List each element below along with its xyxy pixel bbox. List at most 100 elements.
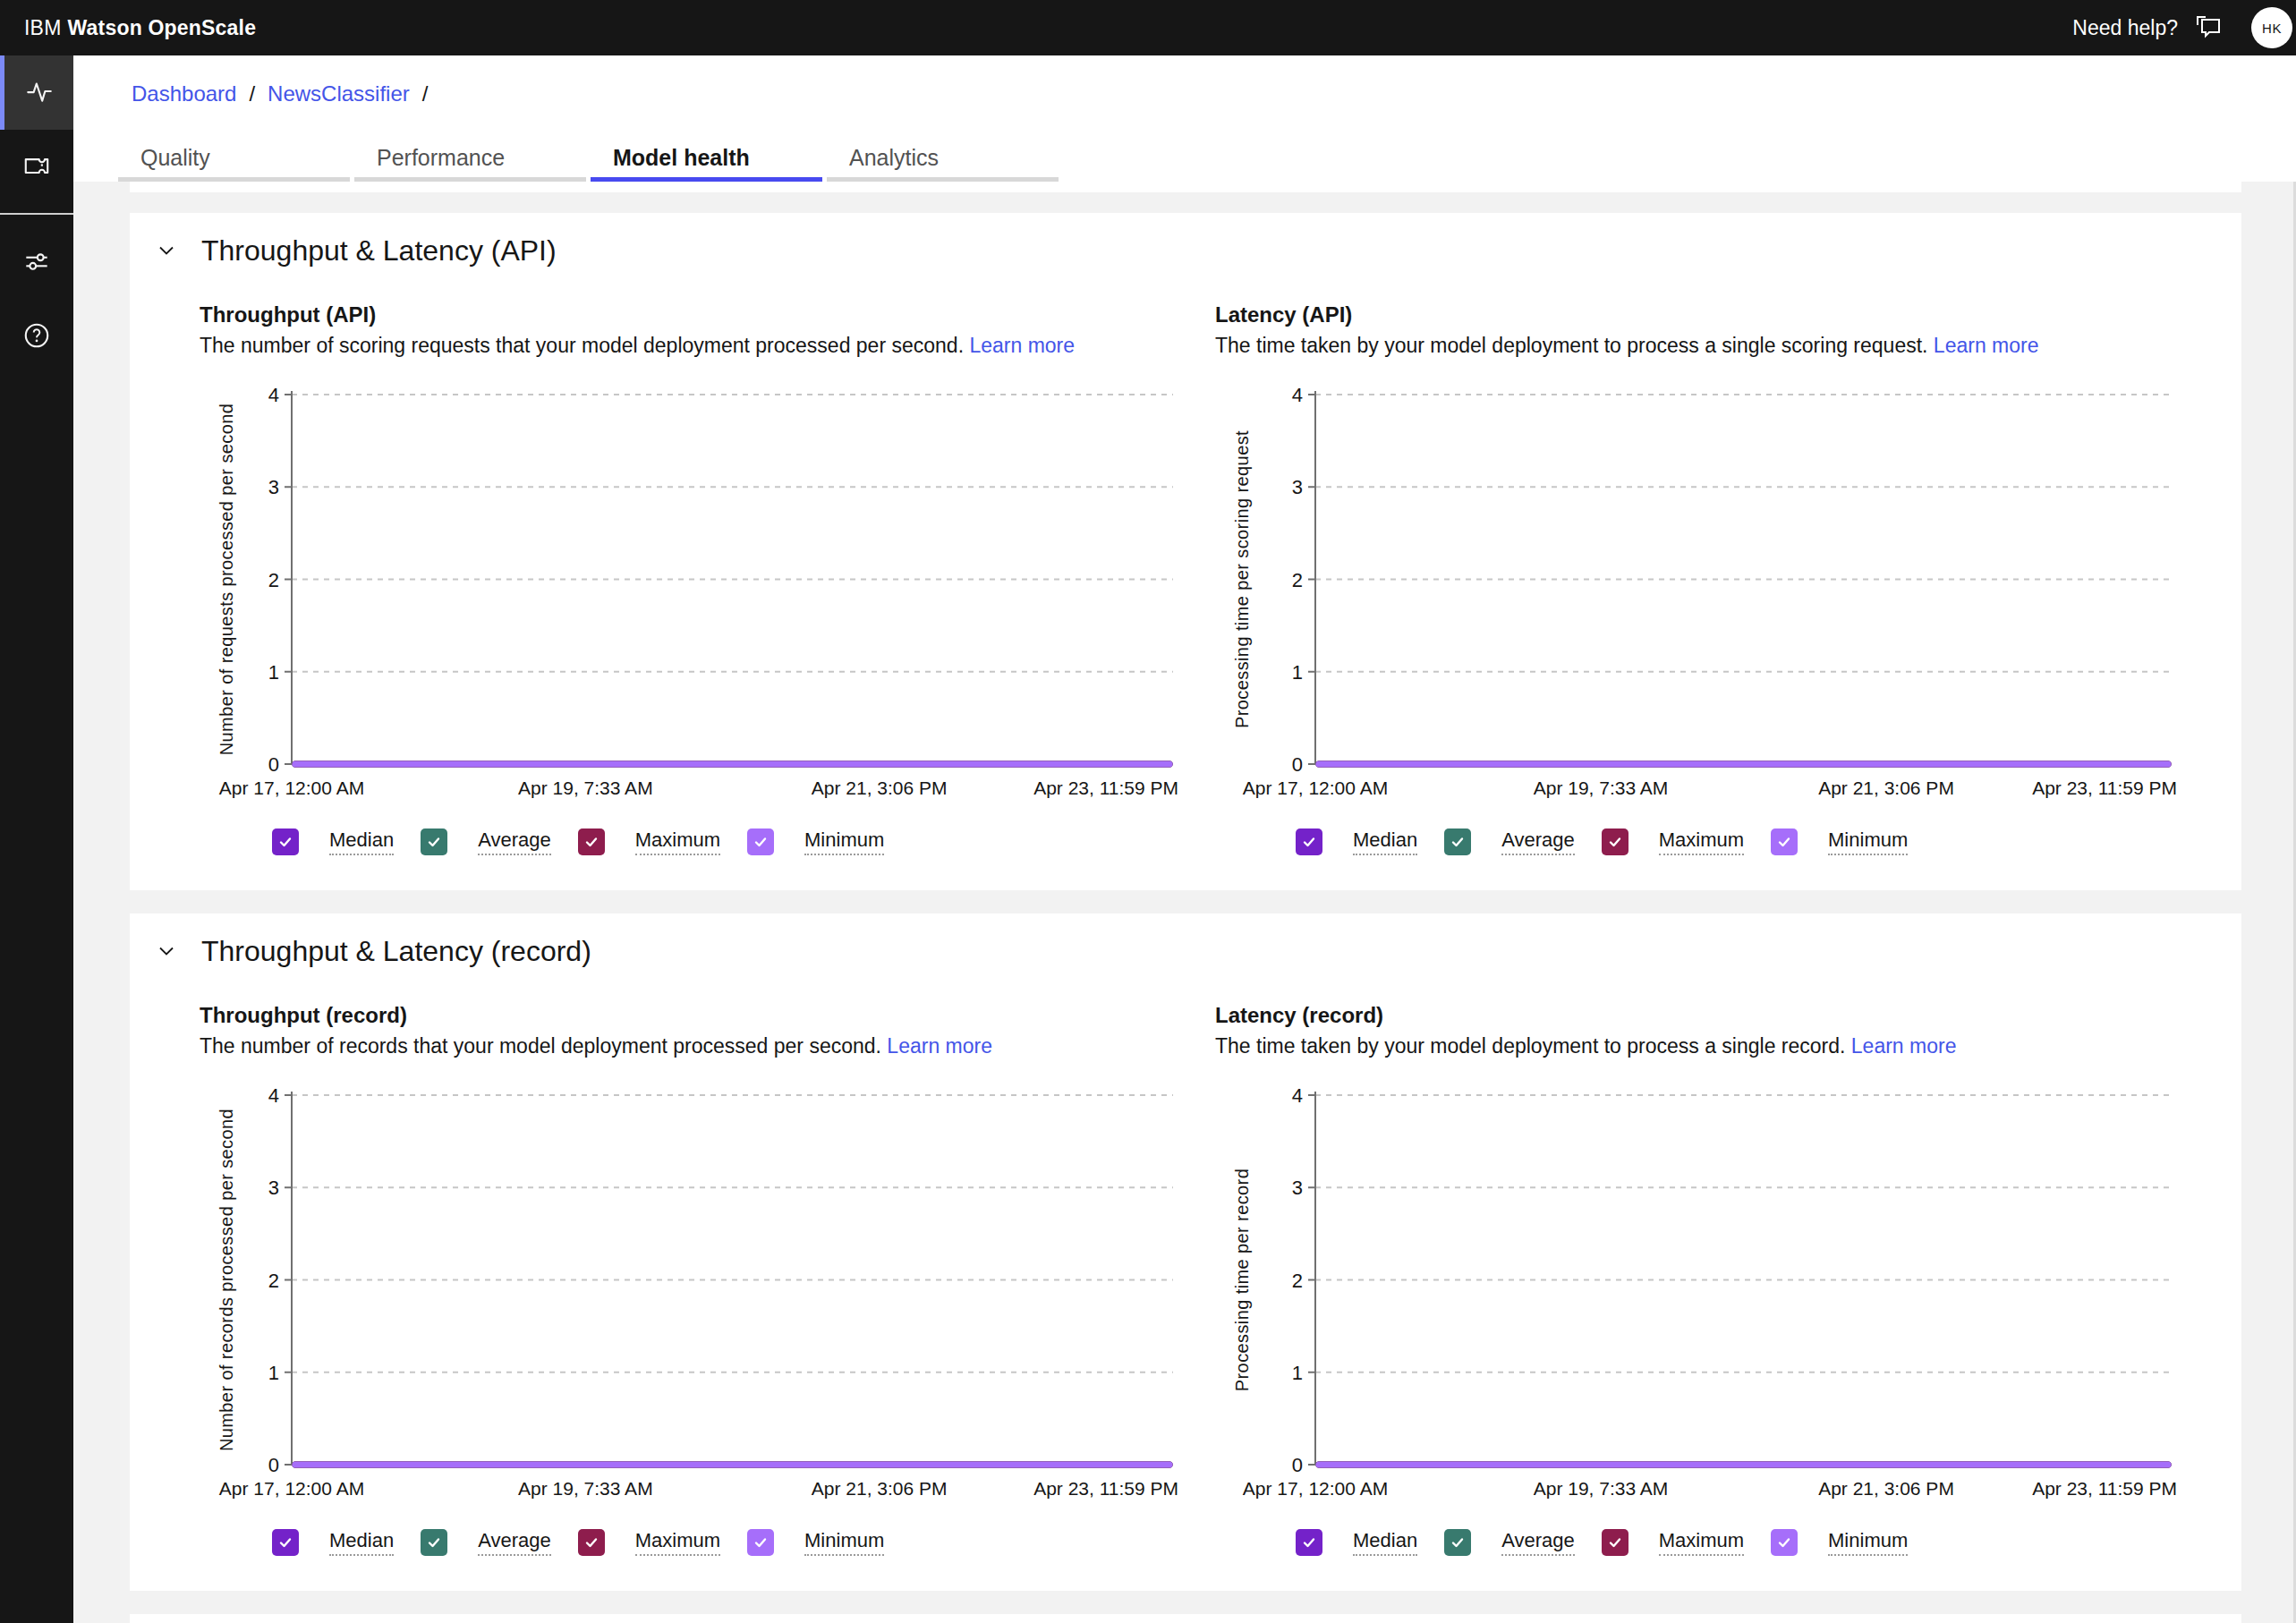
y-tick-label: 0 bbox=[268, 753, 279, 776]
x-tick-label: Apr 23, 11:59 PM bbox=[1033, 778, 1178, 798]
y-tick-label: 2 bbox=[268, 1270, 279, 1292]
y-axis-title: Number of records processed per second bbox=[217, 1109, 236, 1451]
throughput-api-chart: 01234Number of requests processed per se… bbox=[200, 360, 1173, 807]
x-tick-label: Apr 17, 12:00 AM bbox=[219, 1478, 364, 1499]
legend-checkbox-maximum[interactable] bbox=[578, 828, 605, 855]
latency-record-chart: 01234Processing time per recordApr 17, 1… bbox=[1215, 1060, 2172, 1508]
legend-checkbox-median[interactable] bbox=[1296, 828, 1322, 855]
legend-checkbox-median[interactable] bbox=[272, 1529, 299, 1556]
x-tick-label: Apr 23, 11:59 PM bbox=[2032, 1478, 2177, 1499]
y-tick-label: 3 bbox=[1292, 476, 1303, 498]
legend-checkbox-average[interactable] bbox=[421, 1529, 447, 1556]
y-tick-label: 0 bbox=[268, 1454, 279, 1476]
legend-label-maximum[interactable]: Maximum bbox=[1659, 1530, 1744, 1556]
tab-quality[interactable]: Quality bbox=[118, 133, 350, 182]
legend-checkbox-average[interactable] bbox=[1444, 828, 1471, 855]
chart-legend: Median Average Maximum Minimum bbox=[1296, 1529, 2172, 1556]
breadcrumb-separator: / bbox=[249, 81, 255, 106]
y-tick-label: 1 bbox=[268, 1362, 279, 1384]
learn-more-link[interactable]: Learn more bbox=[969, 334, 1075, 357]
legend-label-median[interactable]: Median bbox=[1353, 1530, 1417, 1556]
legend-label-minimum[interactable]: Minimum bbox=[804, 1530, 884, 1556]
x-tick-label: Apr 21, 3:06 PM bbox=[812, 778, 948, 798]
legend-label-average[interactable]: Average bbox=[1501, 829, 1575, 855]
section-title: Throughput & Latency (record) bbox=[201, 935, 591, 968]
legend-checkbox-maximum[interactable] bbox=[1602, 1529, 1628, 1556]
learn-more-link[interactable]: Learn more bbox=[887, 1034, 992, 1058]
x-tick-label: Apr 23, 11:59 PM bbox=[2032, 778, 2177, 798]
legend-label-median[interactable]: Median bbox=[329, 829, 394, 855]
throughput-record-panel: Throughput (record)The number of records… bbox=[200, 1001, 1173, 1556]
legend-checkbox-minimum[interactable] bbox=[1771, 1529, 1798, 1556]
need-help-link[interactable]: Need help? bbox=[2072, 16, 2178, 40]
chat-icon[interactable] bbox=[2194, 13, 2223, 42]
section-card-record: Throughput & Latency (record) Throughput … bbox=[130, 913, 2241, 1591]
sidebar-item-configure[interactable] bbox=[0, 225, 73, 300]
y-axis-title: Processing time per scoring request bbox=[1232, 430, 1252, 728]
breadcrumb: Dashboard/NewsClassifier/ bbox=[132, 81, 440, 107]
sidebar-item-insights-dashboard[interactable] bbox=[0, 55, 73, 130]
chart-description: The time taken by your model deployment … bbox=[1215, 1034, 1845, 1058]
legend-label-maximum[interactable]: Maximum bbox=[1659, 829, 1744, 855]
legend-label-minimum[interactable]: Minimum bbox=[1828, 829, 1908, 855]
legend-checkbox-maximum[interactable] bbox=[578, 1529, 605, 1556]
legend-label-average[interactable]: Average bbox=[478, 829, 551, 855]
y-tick-label: 2 bbox=[1292, 569, 1303, 591]
tab-bar: QualityPerformanceModel healthAnalytics bbox=[118, 133, 1063, 182]
legend-checkbox-average[interactable] bbox=[1444, 1529, 1471, 1556]
legend-label-median[interactable]: Median bbox=[1353, 829, 1417, 855]
legend-label-minimum[interactable]: Minimum bbox=[1828, 1530, 1908, 1556]
sidebar bbox=[0, 55, 73, 1623]
sidebar-item-support[interactable] bbox=[0, 130, 73, 204]
y-axis-title: Processing time per record bbox=[1232, 1168, 1252, 1391]
legend-checkbox-maximum[interactable] bbox=[1602, 828, 1628, 855]
tab-analytics[interactable]: Analytics bbox=[827, 133, 1059, 182]
ticket-icon bbox=[21, 150, 52, 184]
chevron-down-icon[interactable] bbox=[157, 942, 175, 960]
sidebar-divider bbox=[0, 213, 73, 215]
y-tick-label: 1 bbox=[1292, 661, 1303, 684]
chevron-down-icon[interactable] bbox=[157, 242, 175, 259]
legend-label-maximum[interactable]: Maximum bbox=[635, 1530, 720, 1556]
legend-checkbox-median[interactable] bbox=[1296, 1529, 1322, 1556]
breadcrumb-link-newsclassifier[interactable]: NewsClassifier bbox=[268, 81, 410, 106]
legend-label-average[interactable]: Average bbox=[478, 1530, 551, 1556]
chart-description: The time taken by your model deployment … bbox=[1215, 334, 1927, 357]
chart-legend: Median Average Maximum Minimum bbox=[272, 828, 1173, 855]
scrolled-card-remnant bbox=[130, 182, 2241, 192]
latency-record-panel: Latency (record) The time taken by your m… bbox=[1215, 1001, 2172, 1556]
sidebar-item-help[interactable] bbox=[0, 300, 73, 374]
content-header: Dashboard/NewsClassifier/ QualityPerform… bbox=[73, 55, 2296, 182]
legend-checkbox-minimum[interactable] bbox=[747, 828, 774, 855]
y-tick-label: 2 bbox=[1292, 1270, 1303, 1292]
tab-performance[interactable]: Performance bbox=[354, 133, 586, 182]
legend-label-minimum[interactable]: Minimum bbox=[804, 829, 884, 855]
legend-checkbox-minimum[interactable] bbox=[1771, 828, 1798, 855]
x-tick-label: Apr 17, 12:00 AM bbox=[1243, 1478, 1388, 1499]
y-tick-label: 0 bbox=[1292, 1454, 1303, 1476]
breadcrumb-link-dashboard[interactable]: Dashboard bbox=[132, 81, 236, 106]
legend-label-average[interactable]: Average bbox=[1501, 1530, 1575, 1556]
legend-checkbox-median[interactable] bbox=[272, 828, 299, 855]
learn-more-link[interactable]: Learn more bbox=[1851, 1034, 1957, 1058]
chart-title: Latency (API) bbox=[1215, 301, 2172, 329]
chart-title: Latency (record) bbox=[1215, 1001, 2172, 1030]
app-header: IBMWatson OpenScale Need help? HK bbox=[0, 0, 2296, 55]
x-tick-label: Apr 19, 7:33 AM bbox=[518, 778, 653, 798]
y-tick-label: 4 bbox=[1292, 384, 1303, 406]
legend-label-median[interactable]: Median bbox=[329, 1530, 394, 1556]
x-tick-label: Apr 17, 12:00 AM bbox=[219, 778, 364, 798]
tab-model-health[interactable]: Model health bbox=[591, 133, 822, 182]
y-tick-label: 3 bbox=[268, 1177, 279, 1199]
y-tick-label: 1 bbox=[1292, 1362, 1303, 1384]
throughput-record-chart: 01234Number of records processed per sec… bbox=[200, 1060, 1173, 1508]
chart-title: Throughput (API) bbox=[200, 301, 1173, 329]
scroll-area[interactable]: Throughput & Latency (API)Throughput (AP… bbox=[73, 182, 2296, 1623]
x-tick-label: Apr 21, 3:06 PM bbox=[812, 1478, 948, 1499]
avatar[interactable]: HK bbox=[2251, 7, 2292, 48]
legend-checkbox-average[interactable] bbox=[421, 828, 447, 855]
settings-adjust-icon bbox=[21, 246, 52, 280]
legend-checkbox-minimum[interactable] bbox=[747, 1529, 774, 1556]
learn-more-link[interactable]: Learn more bbox=[1934, 334, 2039, 357]
legend-label-maximum[interactable]: Maximum bbox=[635, 829, 720, 855]
